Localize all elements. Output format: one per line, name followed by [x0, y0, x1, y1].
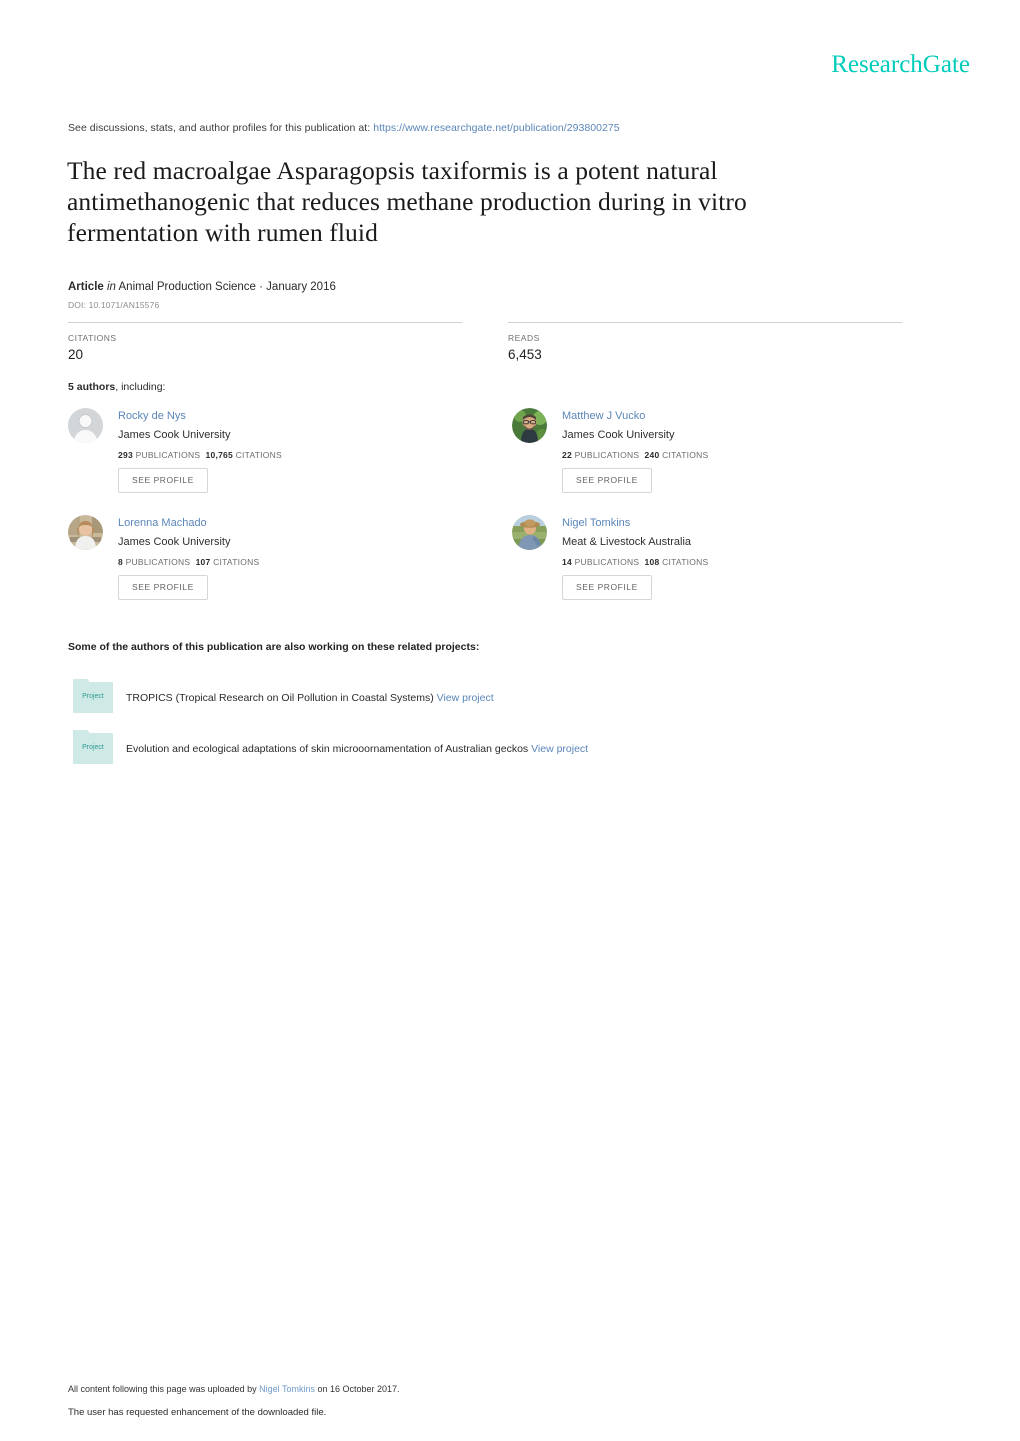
citations-stat-block: CITATIONS 20: [68, 322, 468, 362]
author-citations-label: CITATIONS: [235, 450, 282, 460]
project-folder-icon: Project: [73, 727, 113, 764]
view-project-link[interactable]: View project: [437, 692, 494, 704]
article-doi: DOI: 10.1071/AN15576: [68, 300, 160, 310]
author-publications-label: PUBLICATIONS: [125, 557, 191, 567]
author-citations-label: CITATIONS: [662, 557, 709, 567]
project-title: Evolution and ecological adaptations of …: [126, 743, 529, 755]
citations-value: 20: [68, 347, 84, 362]
author-card: Matthew J Vucko James Cook University 22…: [512, 408, 932, 508]
author-publications-count: 22: [562, 450, 572, 460]
article-type-label: Article: [68, 281, 104, 293]
project-row: Project TROPICS (Tropical Research on Oi…: [68, 676, 768, 720]
view-project-link[interactable]: View project: [531, 743, 588, 755]
project-folder-icon: Project: [73, 676, 113, 713]
author-publications-label: PUBLICATIONS: [574, 450, 640, 460]
researchgate-cover-page: ResearchGate See discussions, stats, and…: [0, 0, 1020, 1441]
author-stats: 8 PUBLICATIONS 107 CITATIONS: [118, 557, 259, 567]
reads-stat-block: READS 6,453: [508, 322, 908, 362]
reads-divider: [508, 322, 902, 323]
author-name[interactable]: Rocky de Nys: [118, 410, 186, 422]
author-card: Rocky de Nys James Cook University 293 P…: [68, 408, 488, 508]
author-institution: Meat & Livestock Australia: [562, 536, 692, 548]
authors-including: , including:: [115, 381, 166, 393]
author-name[interactable]: Nigel Tomkins: [562, 517, 630, 529]
citations-divider: [68, 322, 462, 323]
reads-value: 6,453: [508, 347, 542, 362]
author-publications-label: PUBLICATIONS: [574, 557, 640, 567]
upload-note-suffix: on 16 October 2017.: [314, 1384, 400, 1394]
author-institution: James Cook University: [118, 536, 231, 548]
publication-url-link[interactable]: https://www.researchgate.net/publication…: [373, 122, 620, 134]
see-discussions-line: See discussions, stats, and author profi…: [68, 122, 620, 134]
article-meta: Article in Animal Production Science · J…: [68, 281, 336, 293]
author-citations-count: 107: [195, 557, 211, 567]
author-publications-label: PUBLICATIONS: [135, 450, 201, 460]
reads-label: READS: [508, 333, 540, 343]
author-publications-count: 293: [118, 450, 133, 460]
author-citations-count: 240: [644, 450, 660, 460]
svg-text:Project: Project: [82, 744, 104, 751]
avatar[interactable]: [68, 408, 103, 443]
svg-text:Project: Project: [82, 693, 104, 700]
avatar[interactable]: [512, 408, 547, 443]
avatar[interactable]: [68, 515, 103, 550]
author-institution: James Cook University: [562, 429, 675, 441]
see-profile-button[interactable]: SEE PROFILE: [118, 468, 208, 493]
page-title: The red macroalgae Asparagopsis taxiform…: [67, 156, 747, 247]
project-text: TROPICS (Tropical Research on Oil Pollut…: [126, 692, 494, 704]
author-name[interactable]: Lorenna Machado: [118, 517, 207, 529]
author-card: Lorenna Machado James Cook University 8 …: [68, 515, 488, 615]
author-citations-count: 10,765: [205, 450, 234, 460]
see-profile-button[interactable]: SEE PROFILE: [562, 468, 652, 493]
author-name[interactable]: Matthew J Vucko: [562, 410, 645, 422]
article-in-label: in: [107, 281, 116, 293]
see-discussions-text: See discussions, stats, and author profi…: [68, 122, 371, 134]
upload-note: All content following this page was uplo…: [68, 1384, 400, 1394]
project-row: Project Evolution and ecological adaptat…: [68, 727, 768, 771]
author-institution: James Cook University: [118, 429, 231, 441]
uploader-link[interactable]: Nigel Tomkins: [259, 1384, 315, 1394]
researchgate-logo[interactable]: ResearchGate: [831, 52, 970, 77]
author-card: Nigel Tomkins Meat & Livestock Australia…: [512, 515, 932, 615]
citations-label: CITATIONS: [68, 333, 117, 343]
project-title: TROPICS (Tropical Research on Oil Pollut…: [126, 692, 434, 704]
upload-note-prefix: All content following this page was uplo…: [68, 1384, 260, 1394]
author-publications-count: 14: [562, 557, 572, 567]
see-profile-button[interactable]: SEE PROFILE: [562, 575, 652, 600]
author-stats: 14 PUBLICATIONS 108 CITATIONS: [562, 557, 708, 567]
author-stats: 293 PUBLICATIONS 10,765 CITATIONS: [118, 450, 282, 460]
author-publications-count: 8: [118, 557, 123, 567]
avatar[interactable]: [512, 515, 547, 550]
enhancement-note: The user has requested enhancement of th…: [68, 1407, 327, 1418]
authors-count: 5 authors: [68, 381, 116, 393]
see-profile-button[interactable]: SEE PROFILE: [118, 575, 208, 600]
author-stats: 22 PUBLICATIONS 240 CITATIONS: [562, 450, 708, 460]
related-projects-heading: Some of the authors of this publication …: [68, 641, 480, 653]
article-journal-date: Animal Production Science · January 2016: [118, 281, 336, 293]
author-citations-label: CITATIONS: [662, 450, 709, 460]
author-citations-count: 108: [644, 557, 660, 567]
authors-heading: 5 authors, including:: [68, 381, 165, 393]
project-text: Evolution and ecological adaptations of …: [126, 743, 588, 755]
author-citations-label: CITATIONS: [213, 557, 260, 567]
